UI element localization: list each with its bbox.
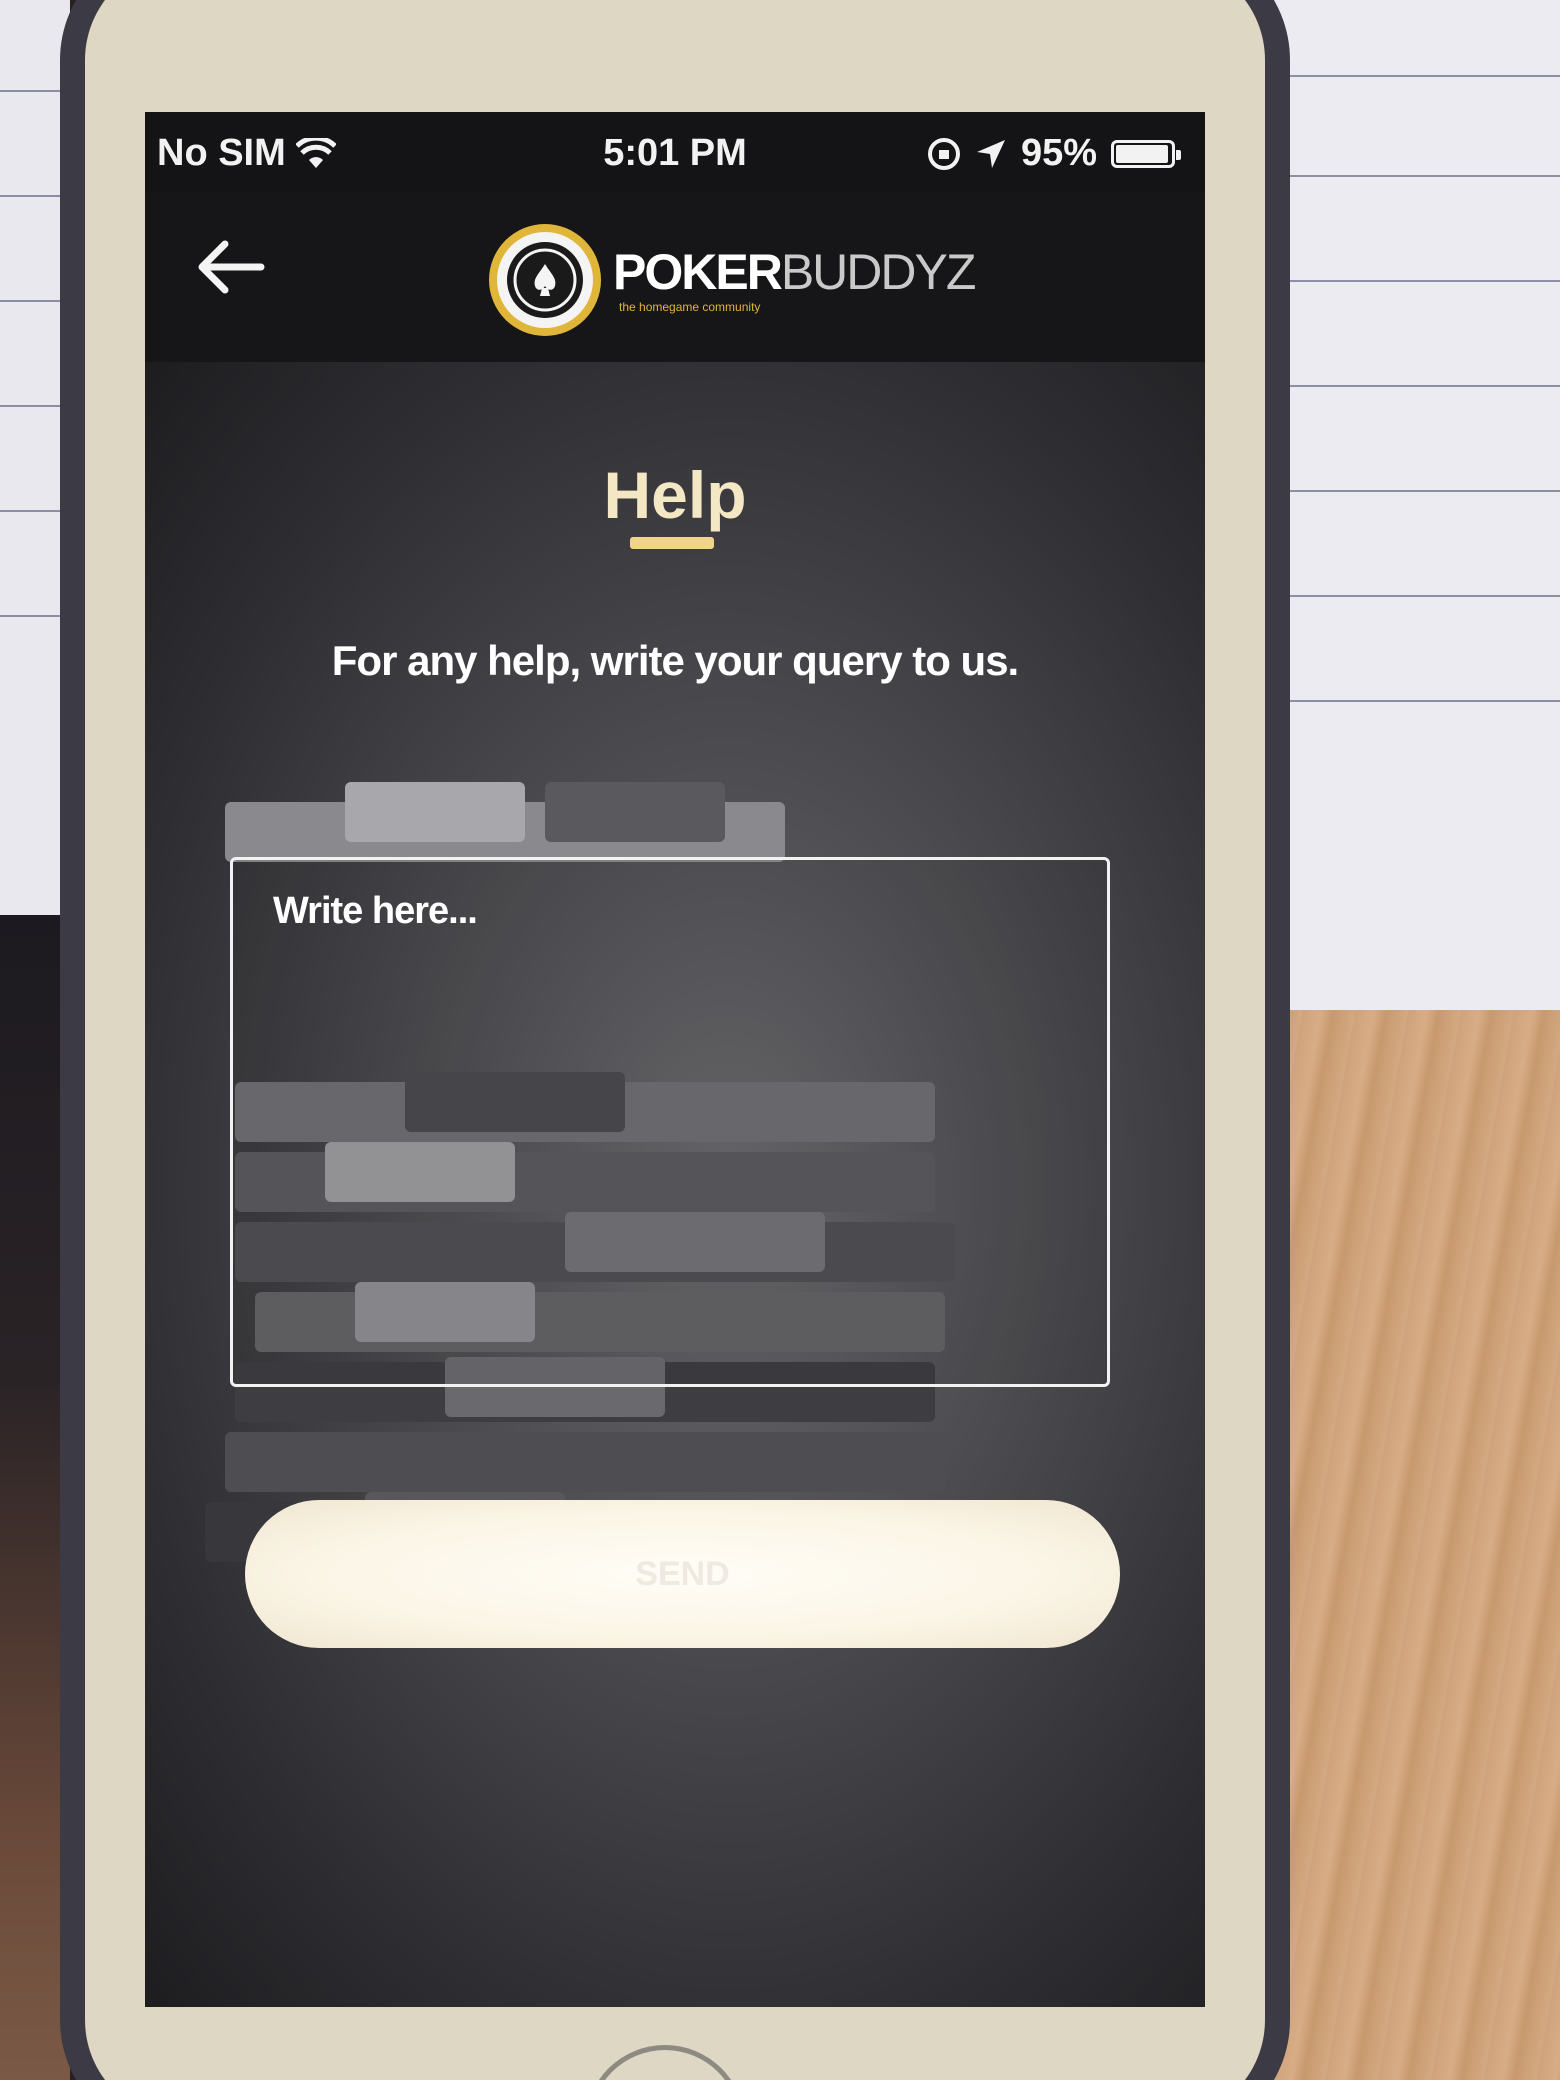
background-desk (1250, 1010, 1560, 2080)
logo-brand-poker: POKER (613, 244, 783, 300)
location-icon (976, 139, 1005, 168)
logo-tagline: the homegame community (619, 300, 761, 314)
background-paper (1250, 0, 1560, 1040)
poker-buddyz-logo: POKERBUDDYZ the homegame community (485, 220, 977, 340)
title-underline (630, 537, 714, 549)
arrow-left-icon (198, 240, 265, 294)
status-bar: No SIM 5:01 PM 95% (145, 112, 1205, 192)
help-instructions: For any help, write your query to us. (331, 637, 1019, 684)
send-button[interactable]: SEND (245, 1500, 1120, 1648)
logo-brand-buddyz: BUDDYZ (780, 244, 977, 300)
query-placeholder: Write here... (273, 890, 478, 932)
rotation-lock-icon (927, 137, 960, 170)
app-header: POKERBUDDYZ the homegame community (145, 192, 1205, 362)
poker-chip-logo-icon (489, 224, 601, 336)
send-button-label: SEND (635, 1554, 730, 1593)
back-button[interactable] (185, 222, 275, 312)
phone-screen: No SIM 5:01 PM 95% POKERBUDDYZ the homeg… (145, 112, 1205, 2007)
page-title: Help (603, 458, 747, 532)
battery-icon (1111, 139, 1181, 168)
query-textarea[interactable]: Write here... (230, 857, 1110, 1387)
battery-percent: 95% (1020, 132, 1097, 174)
